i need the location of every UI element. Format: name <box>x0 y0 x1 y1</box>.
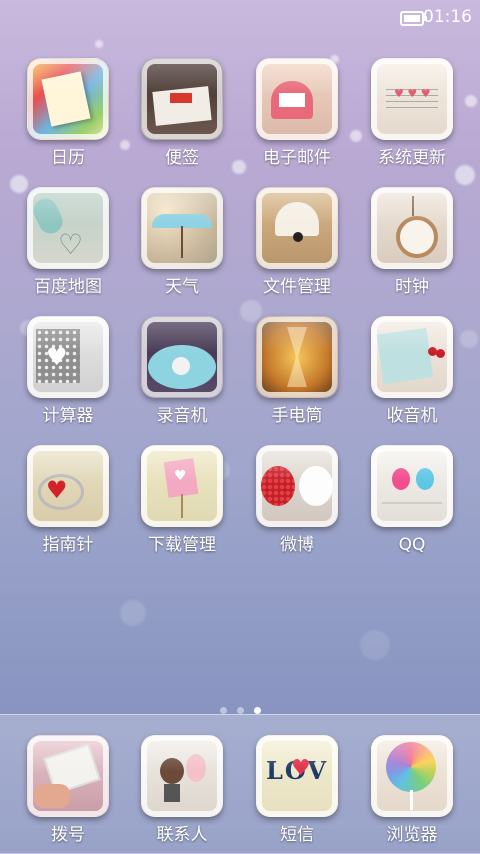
status-bar: 01:16 <box>0 0 480 34</box>
page-indicator <box>0 699 480 714</box>
app-label: 联系人 <box>156 825 208 845</box>
app-weather[interactable]: 天气 <box>127 187 237 297</box>
app-label: 短信 <box>280 825 314 845</box>
app-label: 电子邮件 <box>263 148 331 168</box>
radio-icon <box>371 316 453 398</box>
calendar-icon <box>27 58 109 140</box>
dock-app-sms[interactable]: LOV ♥ 短信 <box>242 735 352 845</box>
app-label: 下载管理 <box>148 535 216 555</box>
weather-icon <box>141 187 223 269</box>
mail-icon <box>256 58 338 140</box>
files-icon <box>256 187 338 269</box>
sms-icon: LOV ♥ <box>256 735 338 817</box>
app-label: 浏览器 <box>386 825 438 845</box>
app-label: QQ <box>398 535 426 555</box>
app-recorder[interactable]: 录音机 <box>127 316 237 426</box>
app-label: 时钟 <box>395 277 429 297</box>
app-label: 系统更新 <box>378 148 446 168</box>
dock: 拨号 联系人 LOV ♥ 短信 浏览器 <box>0 714 480 854</box>
app-flashlight[interactable]: 手电筒 <box>242 316 352 426</box>
app-qq[interactable]: QQ <box>357 445 467 555</box>
app-weibo[interactable]: 微博 <box>242 445 352 555</box>
app-label: 收音机 <box>386 406 438 426</box>
compass-icon: ♥ <box>27 445 109 527</box>
dock-app-browser[interactable]: 浏览器 <box>357 735 467 845</box>
app-label: 微博 <box>280 535 314 555</box>
app-system-update[interactable]: ♥ ♥ ♥ 系统更新 <box>357 58 467 168</box>
map-icon: ♡ <box>27 187 109 269</box>
page-dot-2[interactable] <box>236 707 244 714</box>
app-download-manager[interactable]: ♥ 下载管理 <box>127 445 237 555</box>
app-label: 录音机 <box>156 406 208 426</box>
app-clock[interactable]: 时钟 <box>357 187 467 297</box>
clock-icon <box>371 187 453 269</box>
app-calendar[interactable]: 日历 <box>13 58 123 168</box>
page-dot-1[interactable] <box>219 707 227 714</box>
app-label: 百度地图 <box>34 277 102 297</box>
app-calculator[interactable]: ♥ 计算器 <box>13 316 123 426</box>
app-label: 拨号 <box>51 825 85 845</box>
app-notes[interactable]: 便签 <box>127 58 237 168</box>
contacts-icon <box>141 735 223 817</box>
downloads-icon: ♥ <box>141 445 223 527</box>
status-time: 01:16 <box>423 7 472 27</box>
app-file-manager[interactable]: 文件管理 <box>242 187 352 297</box>
app-baidu-map[interactable]: ♡ 百度地图 <box>13 187 123 297</box>
page-dot-3[interactable] <box>253 707 261 714</box>
dock-app-contacts[interactable]: 联系人 <box>127 735 237 845</box>
calculator-icon: ♥ <box>27 316 109 398</box>
app-label: 日历 <box>51 148 85 168</box>
notes-icon <box>141 58 223 140</box>
app-label: 手电筒 <box>271 406 323 426</box>
app-label: 便签 <box>165 148 199 168</box>
recorder-icon <box>141 316 223 398</box>
browser-icon <box>371 735 453 817</box>
app-radio[interactable]: 收音机 <box>357 316 467 426</box>
app-label: 天气 <box>165 277 199 297</box>
battery-icon <box>400 11 427 26</box>
dock-app-phone[interactable]: 拨号 <box>13 735 123 845</box>
app-label: 计算器 <box>42 406 94 426</box>
app-label: 文件管理 <box>263 277 331 297</box>
flashlight-icon <box>256 316 338 398</box>
update-icon: ♥ ♥ ♥ <box>371 58 453 140</box>
app-compass[interactable]: ♥ 指南针 <box>13 445 123 555</box>
phone-icon <box>27 735 109 817</box>
qq-icon <box>371 445 453 527</box>
app-mail[interactable]: 电子邮件 <box>242 58 352 168</box>
weibo-icon <box>256 445 338 527</box>
app-label: 指南针 <box>42 535 94 555</box>
